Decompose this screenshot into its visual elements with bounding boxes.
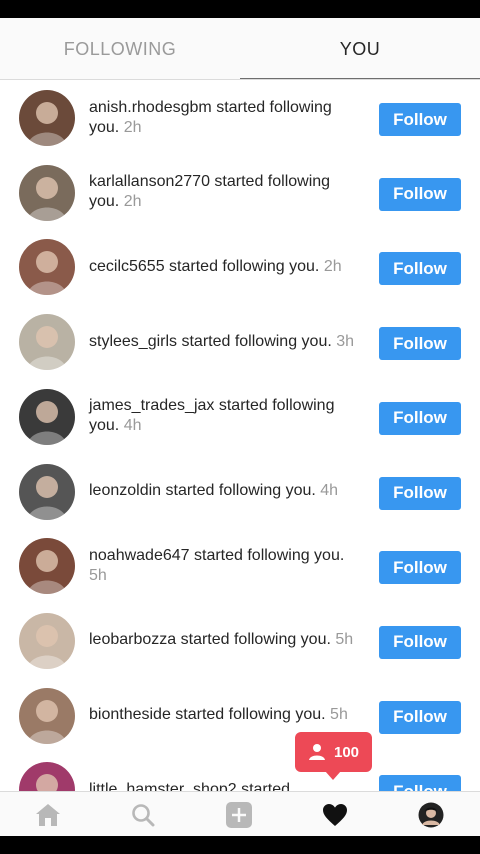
notification-text: cecilc5655 started following you. 2h: [89, 229, 365, 304]
timestamp: 4h: [320, 482, 339, 499]
notification-row: biontheside started following you. 5h Fol…: [0, 678, 480, 753]
notification-message: started following you.: [161, 482, 316, 499]
home-icon: [36, 803, 60, 826]
username-link[interactable]: leobarbozza: [89, 631, 176, 648]
timestamp: 4h: [123, 417, 142, 435]
username-link[interactable]: james_trades_jax: [89, 397, 214, 414]
avatar[interactable]: [19, 463, 75, 520]
person-icon: [308, 744, 325, 760]
follow-button[interactable]: Follow: [379, 476, 461, 510]
timestamp: 2h: [123, 193, 142, 211]
timestamp: 5h: [330, 706, 348, 724]
notification-message: started following you.: [170, 706, 326, 724]
avatar[interactable]: [19, 538, 75, 595]
notification-row: anish.rhodesgbm started following you. 2h…: [0, 80, 480, 155]
avatar[interactable]: [19, 314, 75, 371]
new-followers-badge[interactable]: 100: [295, 732, 372, 772]
avatar[interactable]: [19, 164, 75, 221]
timestamp: 5h: [335, 631, 354, 649]
timestamp: 5h: [89, 566, 107, 584]
nav-search[interactable]: [123, 792, 163, 836]
username-link[interactable]: biontheside: [89, 706, 171, 723]
tab-following[interactable]: FOLLOWING: [0, 18, 240, 80]
bottom-nav: [0, 791, 480, 836]
username-link[interactable]: stylees_girls: [89, 333, 177, 350]
nav-add[interactable]: [219, 792, 259, 836]
follow-button[interactable]: Follow: [379, 252, 461, 286]
notification-message: started following you.: [177, 332, 332, 350]
notification-message-cont: you.: [89, 417, 120, 435]
notification-message-cont: you.: [89, 193, 120, 211]
notification-message: started following you.: [164, 257, 320, 275]
nav-profile[interactable]: [411, 792, 451, 836]
avatar[interactable]: [19, 388, 75, 445]
username-link[interactable]: anish.rhodesgbm: [89, 99, 212, 116]
follow-button[interactable]: Follow: [379, 551, 461, 585]
activity-tabs: FOLLOWING YOU: [0, 18, 480, 80]
follow-button[interactable]: Follow: [379, 625, 461, 659]
badge-pointer: [325, 771, 341, 780]
follow-button[interactable]: Follow: [379, 177, 461, 211]
notification-message: started following you.: [176, 631, 331, 649]
notification-row: noahwade647 started following you. 5h Fol…: [0, 528, 480, 603]
notification-text: anish.rhodesgbm started following you. 2h: [89, 80, 365, 155]
avatar[interactable]: [19, 90, 75, 146]
username-link[interactable]: karlallanson2770: [89, 173, 210, 190]
notification-text: leobarbozza started following you. 5h: [89, 603, 365, 678]
badge-count: 100: [333, 743, 360, 761]
add-icon: [226, 801, 252, 828]
follow-button[interactable]: Follow: [379, 700, 461, 734]
timestamp: 2h: [323, 257, 342, 275]
notification-message: started following: [209, 173, 331, 191]
notification-text: stylees_girls started following you. 3h: [89, 304, 365, 379]
nav-home[interactable]: [28, 792, 68, 836]
follow-button[interactable]: Follow: [379, 401, 461, 435]
notification-message-cont: you.: [89, 118, 120, 136]
follow-button[interactable]: Follow: [379, 103, 461, 136]
timestamp: 2h: [123, 118, 142, 136]
username-link[interactable]: cecilc5655: [89, 258, 165, 275]
heart-icon: [323, 803, 347, 826]
notification-text: leonzoldin started following you. 4h: [89, 454, 365, 529]
notification-text: noahwade647 started following you. 5h: [89, 528, 365, 603]
notification-row: leonzoldin started following you. 4h Foll…: [0, 454, 480, 529]
profile-icon: [418, 802, 444, 827]
notification-row: stylees_girls started following you. 3h F…: [0, 304, 480, 379]
username-link[interactable]: noahwade647: [89, 547, 190, 564]
username-link[interactable]: leonzoldin: [89, 482, 161, 499]
activity-screen: FOLLOWING YOU anish.rhodesgbm started fo…: [0, 18, 480, 836]
notification-row: leobarbozza started following you. 5h Fol…: [0, 603, 480, 678]
notification-row: cecilc5655 started following you. 2h Foll…: [0, 229, 480, 304]
notification-message: started following you.: [189, 546, 345, 564]
notification-row: karlallanson2770 started following you. 2…: [0, 155, 480, 230]
timestamp: 3h: [336, 332, 355, 350]
search-icon: [132, 803, 155, 826]
avatar[interactable]: [19, 612, 75, 669]
avatar[interactable]: [19, 239, 75, 296]
notification-row: james_trades_jax started following you. 4…: [0, 379, 480, 454]
notification-message: started following: [211, 98, 332, 116]
avatar[interactable]: [19, 687, 75, 744]
tab-you[interactable]: YOU: [240, 18, 480, 80]
notification-text: james_trades_jax started following you. 4…: [89, 379, 365, 454]
notification-message: started following: [214, 397, 335, 415]
nav-activity[interactable]: [315, 792, 355, 836]
follow-button[interactable]: Follow: [379, 327, 461, 361]
notification-text: karlallanson2770 started following you. 2…: [89, 155, 365, 230]
